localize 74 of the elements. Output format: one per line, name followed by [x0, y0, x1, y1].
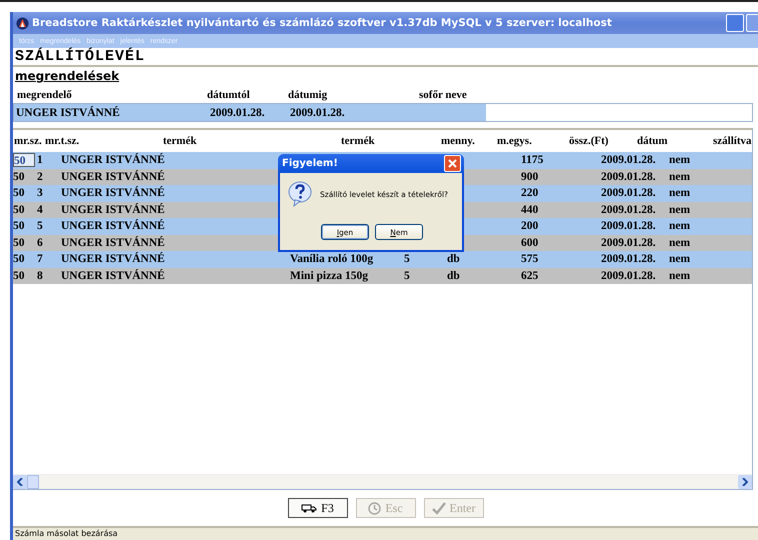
table-cell-text: 50	[13, 236, 26, 250]
column-header: mr.t.sz.	[45, 135, 80, 147]
table-cell-text: UNGER ISTVÁNNÉ	[15, 106, 121, 118]
table-cell-text: 2009.01.28.	[289, 106, 346, 118]
table-cell-text: nem	[669, 220, 692, 232]
table-cell-text: 220	[521, 187, 540, 200]
table-cell-text: 2009.01.28.	[601, 236, 657, 249]
table-cell-text: 8	[37, 270, 44, 282]
table-cell-text: 50	[13, 219, 26, 234]
table-cell-text: nem	[669, 270, 692, 282]
table-cell-text: 2009.01.28.	[601, 253, 657, 266]
column-header: dátum	[637, 135, 668, 147]
table-cell-text: 50	[13, 202, 26, 217]
table-cell: Mini pizza 150g	[290, 270, 368, 282]
table-cell-text: UNGER ISTVÁNNÉ	[61, 220, 166, 232]
column-header: megrendelő	[17, 89, 72, 101]
table-cell-text: 2009.01.28.	[601, 270, 657, 282]
table-cell-text: 2009.01.28.	[601, 187, 657, 200]
table-cell-text: 600	[521, 236, 540, 249]
column-header: menny.	[441, 135, 475, 147]
table-cell-text: 900	[521, 170, 540, 183]
table-cell-text: UNGER ISTVÁNNÉ	[61, 170, 166, 183]
table-cell: 5	[404, 253, 410, 266]
table-cell-text: 3	[37, 187, 44, 200]
page-heading: SZÁLLÍTÓLEVÉL	[14, 48, 146, 65]
table-cell-text: 2009.01.28.	[601, 154, 657, 166]
table-cell-text: 50	[13, 186, 26, 200]
table-cell-text: 1	[37, 154, 44, 166]
table-cell-text: 2009.01.28.	[601, 170, 657, 183]
table-cell-text: 50	[13, 252, 26, 266]
section-heading: megrendelések	[14, 69, 120, 83]
table-cell-text: UNGER ISTVÁNNÉ	[61, 236, 166, 249]
column-header: össz.(Ft)	[569, 135, 608, 147]
table-cell-text: 575	[521, 253, 540, 266]
table-cell-text: 6	[37, 236, 44, 249]
table-cell-text: 625	[521, 270, 540, 282]
column-header: szállítva	[713, 135, 752, 147]
column-header: dátumtól	[207, 89, 250, 101]
table-cell-text: 50	[13, 268, 26, 283]
table-cell-text: nem	[669, 170, 692, 183]
table-cell: Vanília roló 100g	[290, 253, 374, 266]
table-cell-text: nem	[669, 187, 692, 200]
table-cell-text: UNGER ISTVÁNNÉ	[61, 204, 166, 216]
table-cell-text: 2	[37, 170, 44, 183]
table-cell-text: nem	[669, 253, 692, 266]
window-title: Breadstore Raktárkészlet nyilvántartó és számlázó szoftver v1.37db MySQL v 5 szerver: localhost	[32, 17, 612, 29]
table-cell-text: 200	[521, 220, 540, 232]
table-cell-text: nem	[669, 154, 692, 166]
table-cell-text: 2009.01.28.	[601, 204, 657, 216]
table-cell-text: 50	[13, 170, 26, 184]
column-header: termék	[163, 135, 197, 147]
table-cell-text: 2009.01.28.	[209, 106, 266, 118]
status-text: Számla másolat bezárása	[14, 528, 119, 540]
table-cell-text: 7	[37, 253, 44, 266]
table-cell: db	[447, 270, 460, 282]
table-cell: 50	[13, 153, 35, 168]
column-header: termék	[341, 135, 375, 147]
table-cell-text: 1175	[521, 154, 544, 166]
table-cell-text: UNGER ISTVÁNNÉ	[61, 253, 166, 266]
table-cell-text: nem	[669, 236, 692, 249]
column-header: sofőr neve	[419, 89, 467, 101]
table-cell-text: 5	[37, 220, 44, 232]
table-cell: 5	[404, 270, 410, 282]
column-header: dátumig	[288, 89, 328, 101]
table-cell-text: UNGER ISTVÁNNÉ	[61, 187, 166, 200]
table-cell-text: UNGER ISTVÁNNÉ	[61, 270, 166, 282]
table-cell: db	[447, 253, 460, 266]
table-cell-text: nem	[669, 204, 692, 216]
table-cell-text: 2009.01.28.	[601, 220, 657, 232]
dialog-title: Figyelem!	[282, 158, 338, 169]
column-header: m.egys.	[497, 135, 532, 147]
table-cell-text: 4	[37, 204, 44, 216]
column-header: mr.sz.	[14, 135, 42, 147]
table-cell-text: 440	[521, 204, 540, 216]
